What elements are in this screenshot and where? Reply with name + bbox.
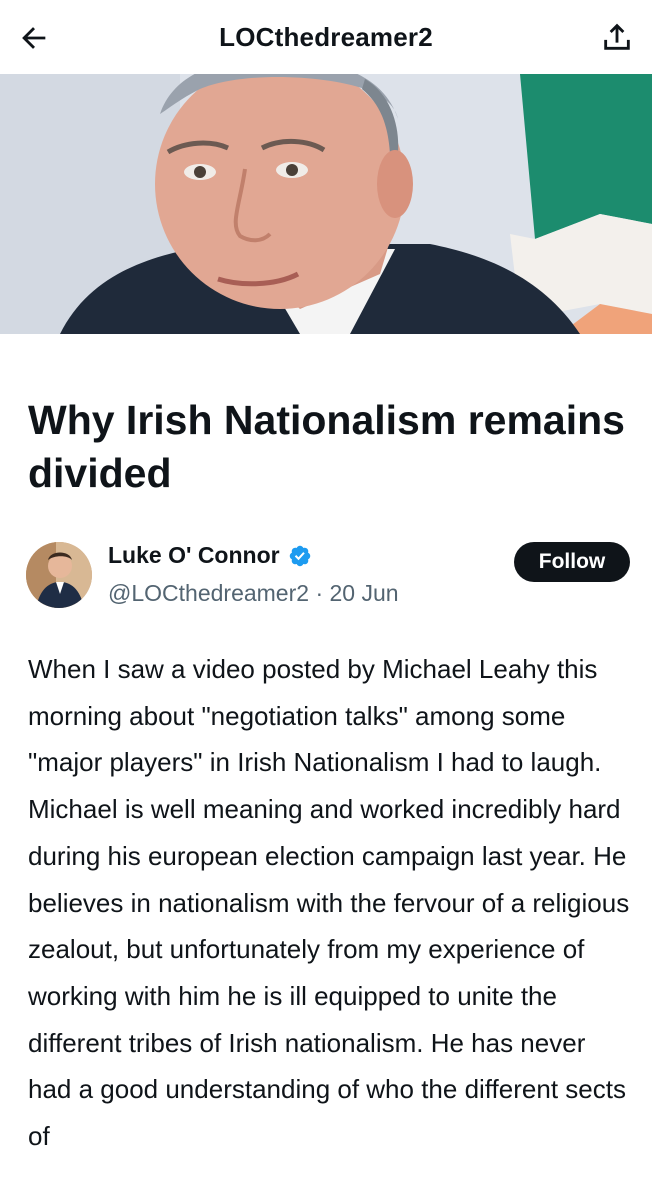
header-image: [0, 74, 652, 334]
verified-badge-icon: [289, 545, 310, 566]
author-name-row[interactable]: Luke O' Connor: [108, 542, 312, 569]
article-body: When I saw a video posted by Michael Lea…: [28, 646, 632, 1160]
article-paragraph: When I saw a video posted by Michael Lea…: [28, 654, 630, 1152]
author-meta: @LOCthedreamer2 · 20 Jun: [108, 580, 399, 607]
article-page: LOCthedreamer2 Why Irish Nationalism rem…: [0, 0, 652, 1200]
share-button[interactable]: [596, 16, 638, 58]
page-title: LOCthedreamer2: [219, 21, 433, 52]
author-row: Luke O' Connor @LOCthedreamer2 · 20 Jun …: [26, 540, 630, 612]
meta-separator: ·: [315, 580, 324, 606]
post-date: 20 Jun: [329, 580, 399, 606]
back-button[interactable]: [14, 18, 54, 58]
share-upload-icon: [604, 23, 630, 50]
top-bar: LOCthedreamer2: [0, 0, 652, 74]
arrow-left-icon: [22, 27, 46, 49]
avatar[interactable]: [26, 542, 92, 608]
author-name[interactable]: Luke O' Connor: [108, 542, 280, 569]
follow-button[interactable]: Follow: [514, 542, 630, 582]
article-title: Why Irish Nationalism remains divided: [28, 397, 625, 496]
author-handle[interactable]: @LOCthedreamer2: [108, 580, 309, 606]
